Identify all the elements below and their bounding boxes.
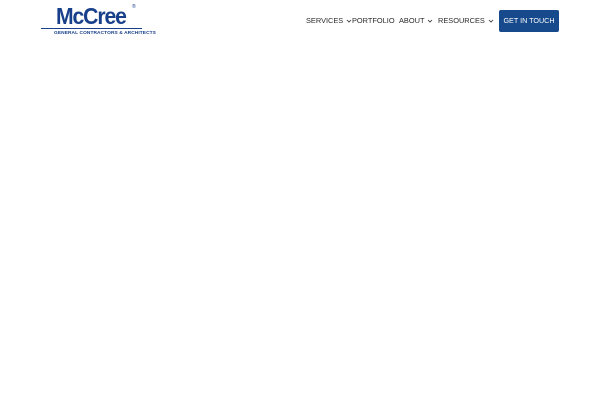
chevron-down-icon	[427, 18, 433, 24]
logo-registered-mark: ®	[132, 4, 136, 10]
mccree-logo[interactable]: McCree ® GENERAL CONTRACTORS & ARCHITECT…	[41, 3, 156, 37]
nav-item-portfolio[interactable]: PORTFOLIO	[352, 15, 395, 27]
page-content-area	[0, 44, 600, 400]
nav-item-label: PORTFOLIO	[352, 16, 395, 25]
nav-item-label: SERVICES	[306, 16, 344, 25]
nav-item-services[interactable]: SERVICES	[306, 15, 352, 27]
nav-item-resources[interactable]: RESOURCES	[438, 15, 494, 27]
logo-wordmark: McCree	[56, 3, 127, 29]
logo-tagline: GENERAL CONTRACTORS & ARCHITECTS	[54, 31, 156, 36]
logo-rule	[41, 28, 142, 29]
get-in-touch-button[interactable]: GET IN TOUCH	[499, 10, 559, 32]
nav-item-label: ABOUT	[399, 16, 425, 25]
site-header: McCree ® GENERAL CONTRACTORS & ARCHITECT…	[0, 0, 600, 44]
chevron-down-icon	[488, 18, 494, 24]
nav-item-about[interactable]: ABOUT	[399, 15, 433, 27]
nav-item-label: RESOURCES	[438, 16, 485, 25]
